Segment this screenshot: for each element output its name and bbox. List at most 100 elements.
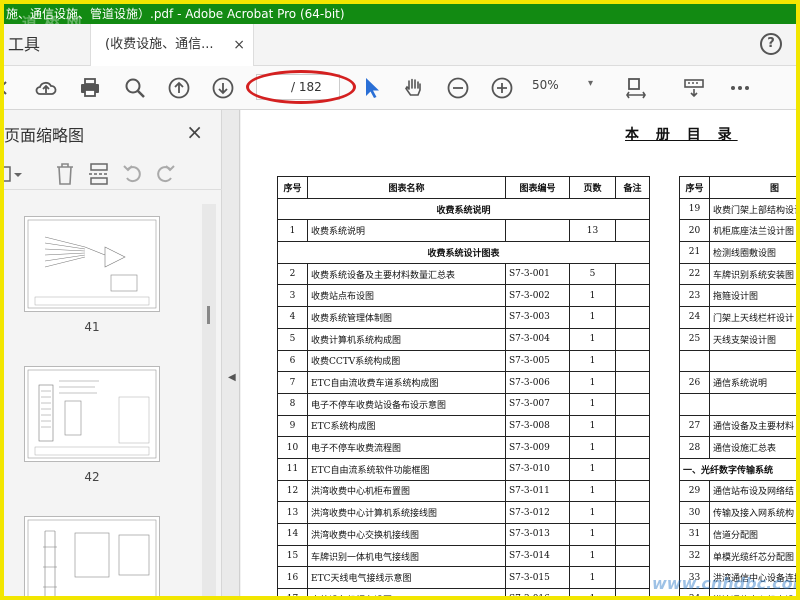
insert-page-icon[interactable] bbox=[88, 162, 110, 190]
remark bbox=[615, 501, 650, 524]
page-count: 1 bbox=[569, 392, 616, 416]
drawing-name: ETC自由流系统软件功能框图 bbox=[307, 457, 506, 481]
panel-scrollbar-thumb[interactable] bbox=[207, 306, 210, 324]
previous-page-icon[interactable] bbox=[167, 76, 191, 100]
page-thumbnail-43[interactable] bbox=[24, 516, 160, 596]
remark bbox=[615, 284, 650, 308]
drawing-name: 车牌识别系统安装图 bbox=[709, 262, 796, 286]
fit-page-icon[interactable] bbox=[624, 76, 648, 100]
drawing-name: 单模光缆纤芯分配图 bbox=[709, 544, 796, 568]
zoom-out-icon[interactable] bbox=[446, 76, 470, 100]
row-number: 20 bbox=[679, 219, 710, 243]
table-row: 20 机柜底座法兰设计图 bbox=[679, 219, 796, 243]
close-tab-button[interactable]: × bbox=[233, 24, 245, 66]
panel-scrollbar[interactable] bbox=[202, 204, 216, 596]
drawing-code: S7-3-002 bbox=[505, 284, 570, 308]
table-row: 23 拖箍设计图 bbox=[679, 284, 796, 308]
drawing-name: 收费门架上部结构设计 bbox=[709, 197, 796, 221]
remark bbox=[615, 414, 650, 438]
row-number: 5 bbox=[277, 327, 308, 351]
section-title: 一、光纤数字传输系统 bbox=[679, 457, 796, 481]
page-thumbnail-41[interactable] bbox=[24, 216, 160, 312]
tab-tools[interactable]: 工具 bbox=[4, 24, 84, 66]
redo-icon[interactable] bbox=[154, 163, 176, 189]
page-count: 1 bbox=[569, 566, 616, 590]
help-icon[interactable]: ? bbox=[760, 33, 782, 55]
row-number: 19 bbox=[679, 197, 710, 221]
next-page-icon[interactable] bbox=[211, 76, 235, 100]
page-count: 1 bbox=[569, 436, 616, 459]
section-row: 收费系统说明 bbox=[277, 197, 650, 221]
zoom-in-icon[interactable] bbox=[490, 76, 514, 100]
thumbnail-label: 42 bbox=[84, 470, 100, 484]
drawing-code: S7-3-013 bbox=[505, 523, 570, 546]
drawing-code: S7-3-003 bbox=[505, 306, 570, 329]
table-row: 2 收费系统设备及主要材料数量汇总表 S7-3-001 5 bbox=[277, 262, 650, 286]
close-panel-button[interactable]: × bbox=[186, 120, 203, 144]
row-number: 23 bbox=[679, 284, 710, 308]
table-row: 9 ETC系统构成图 S7-3-008 1 bbox=[277, 414, 650, 438]
page-thumbnails-panel: 页面缩略图 × 41 42 bbox=[4, 110, 222, 596]
column-header: 图表名称 bbox=[307, 176, 506, 199]
collapse-panel-icon[interactable]: ◀ bbox=[228, 372, 236, 383]
cloud-upload-icon[interactable] bbox=[34, 76, 58, 100]
drawing-code: S7-3-001 bbox=[505, 262, 570, 286]
print-icon[interactable] bbox=[78, 76, 102, 100]
panel-divider[interactable] bbox=[222, 110, 240, 596]
table-header-row: 序号 图 bbox=[679, 176, 796, 199]
row-number bbox=[679, 392, 710, 416]
table-header-row: 序号 图表名称 图表编号 页数 备注 bbox=[277, 176, 650, 199]
star-icon[interactable] bbox=[4, 76, 22, 100]
remark bbox=[615, 457, 650, 481]
row-number: 25 bbox=[679, 327, 710, 351]
tab-document[interactable]: (收费设施、通信... × bbox=[90, 24, 254, 66]
drawing-code: S7-3-011 bbox=[505, 479, 570, 503]
page-thumbnail-42[interactable] bbox=[24, 366, 160, 462]
column-header: 图表编号 bbox=[505, 176, 570, 199]
site-watermark: www.cnhdbc.com bbox=[652, 574, 800, 593]
table-row: 30 传输及接入网系统构 bbox=[679, 501, 796, 524]
drawing-name: 通信设备及主要材料 bbox=[709, 414, 796, 438]
keyboard-read-mode-icon[interactable] bbox=[682, 76, 706, 100]
drawing-code bbox=[505, 219, 570, 243]
page-count: 1 bbox=[569, 457, 616, 481]
row-number: 10 bbox=[277, 436, 308, 459]
remark bbox=[615, 262, 650, 286]
trash-icon[interactable] bbox=[54, 162, 76, 190]
hand-tool-icon[interactable] bbox=[402, 76, 426, 100]
table-row: 32 单模光缆纤芯分配图 bbox=[679, 544, 796, 568]
row-number: 14 bbox=[277, 523, 308, 546]
table-row: 22 车牌识别系统安装图 bbox=[679, 262, 796, 286]
row-number: 22 bbox=[679, 262, 710, 286]
drawing-code: S7-3-009 bbox=[505, 436, 570, 459]
table-row: 5 收费计算机系统构成图 S7-3-004 1 bbox=[277, 327, 650, 351]
drawing-name: 通信设施汇总表 bbox=[709, 436, 796, 459]
search-icon[interactable] bbox=[123, 76, 147, 100]
table-row: 29 通信站布设及网络结 bbox=[679, 479, 796, 503]
drawing-code: S7-3-014 bbox=[505, 544, 570, 568]
window-titlebar: 施、通信设施、管道设施）.pdf - Adobe Acrobat Pro (64… bbox=[4, 4, 796, 24]
select-cursor-icon[interactable] bbox=[360, 76, 384, 100]
row-number: 24 bbox=[679, 306, 710, 329]
table-row: 24 门架上天线栏杆设计 bbox=[679, 306, 796, 329]
zoom-level[interactable]: 50% bbox=[532, 78, 559, 92]
drawing-code: S7-3-010 bbox=[505, 457, 570, 481]
row-number: 2 bbox=[277, 262, 308, 286]
more-options-icon[interactable] bbox=[728, 76, 752, 100]
table-row: 6 收费CCTV系统构成图 S7-3-005 1 bbox=[277, 349, 650, 373]
drawing-name: 收费计算机系统构成图 bbox=[307, 327, 506, 351]
drawing-name: 信道分配图 bbox=[709, 523, 796, 546]
drawing-name: 收费系统管理体制图 bbox=[307, 306, 506, 329]
remark bbox=[615, 306, 650, 329]
section-row: 一、光纤数字传输系统 bbox=[679, 457, 796, 481]
row-number: 26 bbox=[679, 371, 710, 394]
row-number: 30 bbox=[679, 501, 710, 524]
undo-icon[interactable] bbox=[122, 163, 144, 189]
drawing-name bbox=[709, 349, 796, 373]
chevron-down-icon[interactable]: ▾ bbox=[588, 78, 593, 89]
row-number bbox=[679, 349, 710, 373]
thumbnail-drawing bbox=[27, 369, 157, 459]
page-count: 5 bbox=[569, 262, 616, 286]
options-menu-icon[interactable] bbox=[4, 164, 28, 190]
drawing-name: 门架上天线栏杆设计 bbox=[709, 306, 796, 329]
